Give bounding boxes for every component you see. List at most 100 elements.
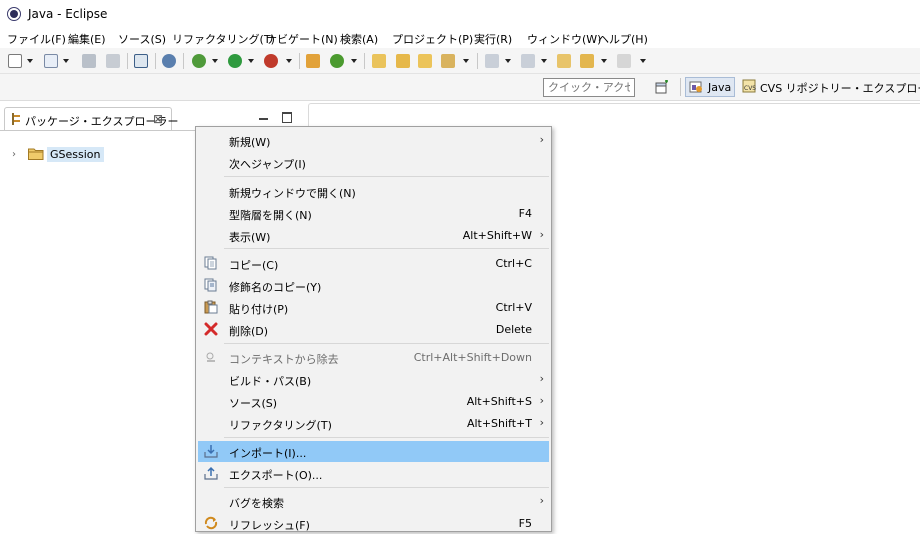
menu-file[interactable]: ファイル(F) bbox=[7, 31, 66, 47]
import-icon bbox=[204, 444, 218, 458]
menu-refactor[interactable]: リファクタリング(T) bbox=[172, 31, 275, 47]
run-dropdown-icon[interactable] bbox=[248, 59, 254, 63]
menu-item-source[interactable]: ソース(S) Alt+Shift+S › bbox=[198, 391, 549, 412]
menu-separator bbox=[224, 248, 549, 249]
menu-item-paste[interactable]: 貼り付け(P) Ctrl+V bbox=[198, 297, 549, 318]
menu-project[interactable]: プロジェクト(P) bbox=[392, 31, 473, 47]
remove-context-icon bbox=[204, 350, 218, 364]
submenu-arrow-icon: › bbox=[539, 416, 544, 429]
quick-access-input[interactable] bbox=[543, 78, 635, 97]
new-icon[interactable] bbox=[8, 54, 22, 68]
close-icon[interactable]: ⊠ bbox=[153, 112, 163, 126]
menu-separator bbox=[224, 437, 549, 438]
menu-item-label: コピー(C) bbox=[229, 259, 279, 272]
last-edit-location-icon[interactable] bbox=[557, 54, 571, 68]
new-class-dropdown-icon[interactable] bbox=[351, 59, 357, 63]
menu-window[interactable]: ウィンドウ(W) bbox=[527, 31, 601, 47]
menu-item-label: 次へジャンプ(I) bbox=[229, 158, 306, 171]
main-toolbar bbox=[0, 48, 920, 74]
menu-source[interactable]: ソース(S) bbox=[118, 31, 166, 47]
previous-annotation-dropdown-icon[interactable] bbox=[541, 59, 547, 63]
open-perspective-icon[interactable] bbox=[655, 80, 669, 94]
back-dropdown-icon[interactable] bbox=[601, 59, 607, 63]
maximize-icon[interactable] bbox=[280, 110, 294, 124]
menu-run[interactable]: 実行(R) bbox=[474, 31, 512, 47]
next-annotation-dropdown-icon[interactable] bbox=[505, 59, 511, 63]
menu-item-label: コンテキストから除去 bbox=[229, 353, 339, 366]
menu-item-import[interactable]: インポート(I)... bbox=[198, 441, 549, 462]
menu-item-refactor[interactable]: リファクタリング(T) Alt+Shift+T › bbox=[198, 413, 549, 434]
external-tools-dropdown-icon[interactable] bbox=[286, 59, 292, 63]
next-annotation-icon[interactable] bbox=[485, 54, 499, 68]
toolbar-separator bbox=[477, 53, 478, 69]
new-package-icon[interactable] bbox=[306, 54, 320, 68]
menu-item-show-in[interactable]: 表示(W) Alt+Shift+W › bbox=[198, 225, 549, 246]
minimize-icon[interactable] bbox=[257, 110, 271, 124]
debug-icon[interactable] bbox=[192, 54, 206, 68]
cvs-perspective-label: CVS リポジトリー・エクスプローラー bbox=[760, 82, 920, 95]
menu-item-copy-qualified-name[interactable]: 修飾名のコピー(Y) bbox=[198, 275, 549, 296]
toolbar-separator bbox=[155, 53, 156, 69]
open-task-icon[interactable] bbox=[396, 54, 410, 68]
new-wizard-icon[interactable] bbox=[44, 54, 58, 68]
menu-item-find-bugs[interactable]: バグを検索 › bbox=[198, 491, 549, 512]
menu-item-shortcut: F5 bbox=[518, 517, 532, 530]
debug-dropdown-icon[interactable] bbox=[212, 59, 218, 63]
new-wizard-dropdown-icon[interactable] bbox=[63, 59, 69, 63]
toolbar-separator bbox=[364, 53, 365, 69]
save-all-icon[interactable] bbox=[106, 54, 120, 68]
menu-item-new[interactable]: 新規(W) › bbox=[198, 130, 549, 151]
menu-item-refresh[interactable]: リフレッシュ(F) F5 bbox=[198, 513, 549, 534]
new-dropdown-icon[interactable] bbox=[27, 59, 33, 63]
refresh-icon bbox=[204, 516, 218, 530]
menu-item-label: リフレッシュ(F) bbox=[229, 519, 310, 532]
menu-edit[interactable]: 編集(E) bbox=[68, 31, 106, 47]
package-explorer-icon bbox=[11, 113, 21, 125]
forward-dropdown-icon[interactable] bbox=[640, 59, 646, 63]
title-bar: Java - Eclipse bbox=[0, 0, 920, 29]
menu-item-label: 型階層を開く(N) bbox=[229, 209, 312, 222]
menu-item-label: エクスポート(O)... bbox=[229, 469, 323, 482]
back-icon[interactable] bbox=[580, 54, 594, 68]
open-type-icon[interactable] bbox=[372, 54, 386, 68]
menu-item-open-type-hierarchy[interactable]: 型階層を開く(N) F4 bbox=[198, 203, 549, 224]
menu-item-label: バグを検索 bbox=[229, 497, 284, 510]
menu-help[interactable]: ヘルプ(H) bbox=[598, 31, 648, 47]
forward-icon[interactable] bbox=[617, 54, 631, 68]
server-icon[interactable] bbox=[162, 54, 176, 68]
run-icon[interactable] bbox=[228, 54, 242, 68]
menu-search[interactable]: 検索(A) bbox=[340, 31, 378, 47]
menu-item-delete[interactable]: 削除(D) Delete bbox=[198, 319, 549, 340]
search-icon[interactable] bbox=[441, 54, 455, 68]
menu-item-label: 新規(W) bbox=[229, 136, 271, 149]
java-perspective-icon bbox=[689, 80, 703, 94]
menu-item-export[interactable]: エクスポート(O)... bbox=[198, 463, 549, 484]
menu-item-open-new-window[interactable]: 新規ウィンドウで開く(N) bbox=[198, 181, 549, 202]
submenu-arrow-icon: › bbox=[539, 494, 544, 507]
paste-icon bbox=[204, 300, 218, 314]
expand-toggle-icon[interactable]: › bbox=[12, 149, 16, 160]
menu-navigate[interactable]: ナビゲート(N) bbox=[266, 31, 338, 47]
menu-item-copy[interactable]: コピー(C) Ctrl+C bbox=[198, 253, 549, 274]
open-resource-icon[interactable] bbox=[418, 54, 432, 68]
context-menu: 新規(W) › 次へジャンプ(I) 新規ウィンドウで開く(N) 型階層を開く(N… bbox=[195, 126, 552, 532]
external-tools-icon[interactable] bbox=[264, 54, 278, 68]
perspective-toolbar: Java CVS CVS リポジトリー・エクスプローラー bbox=[0, 74, 920, 101]
save-icon[interactable] bbox=[82, 54, 96, 68]
search-dropdown-icon[interactable] bbox=[463, 59, 469, 63]
package-explorer-tab[interactable]: パッケージ・エクスプローラー ⊠ bbox=[4, 107, 178, 131]
console-icon[interactable] bbox=[134, 54, 148, 68]
menu-item-go-into[interactable]: 次へジャンプ(I) bbox=[198, 152, 549, 173]
copy-icon bbox=[204, 256, 218, 270]
cvs-perspective-button[interactable]: CVS CVS リポジトリー・エクスプローラー bbox=[740, 77, 920, 97]
menu-separator bbox=[224, 176, 549, 177]
window-title: Java - Eclipse bbox=[28, 7, 108, 21]
menu-item-shortcut: Alt+Shift+S bbox=[466, 395, 532, 408]
previous-annotation-icon[interactable] bbox=[521, 54, 535, 68]
new-class-icon[interactable] bbox=[330, 54, 344, 68]
toolbar-separator bbox=[127, 53, 128, 69]
java-perspective-button[interactable]: Java bbox=[685, 77, 735, 97]
svg-text:CVS: CVS bbox=[744, 85, 756, 92]
menu-item-build-path[interactable]: ビルド・パス(B) › bbox=[198, 369, 549, 390]
menu-separator bbox=[224, 343, 549, 344]
